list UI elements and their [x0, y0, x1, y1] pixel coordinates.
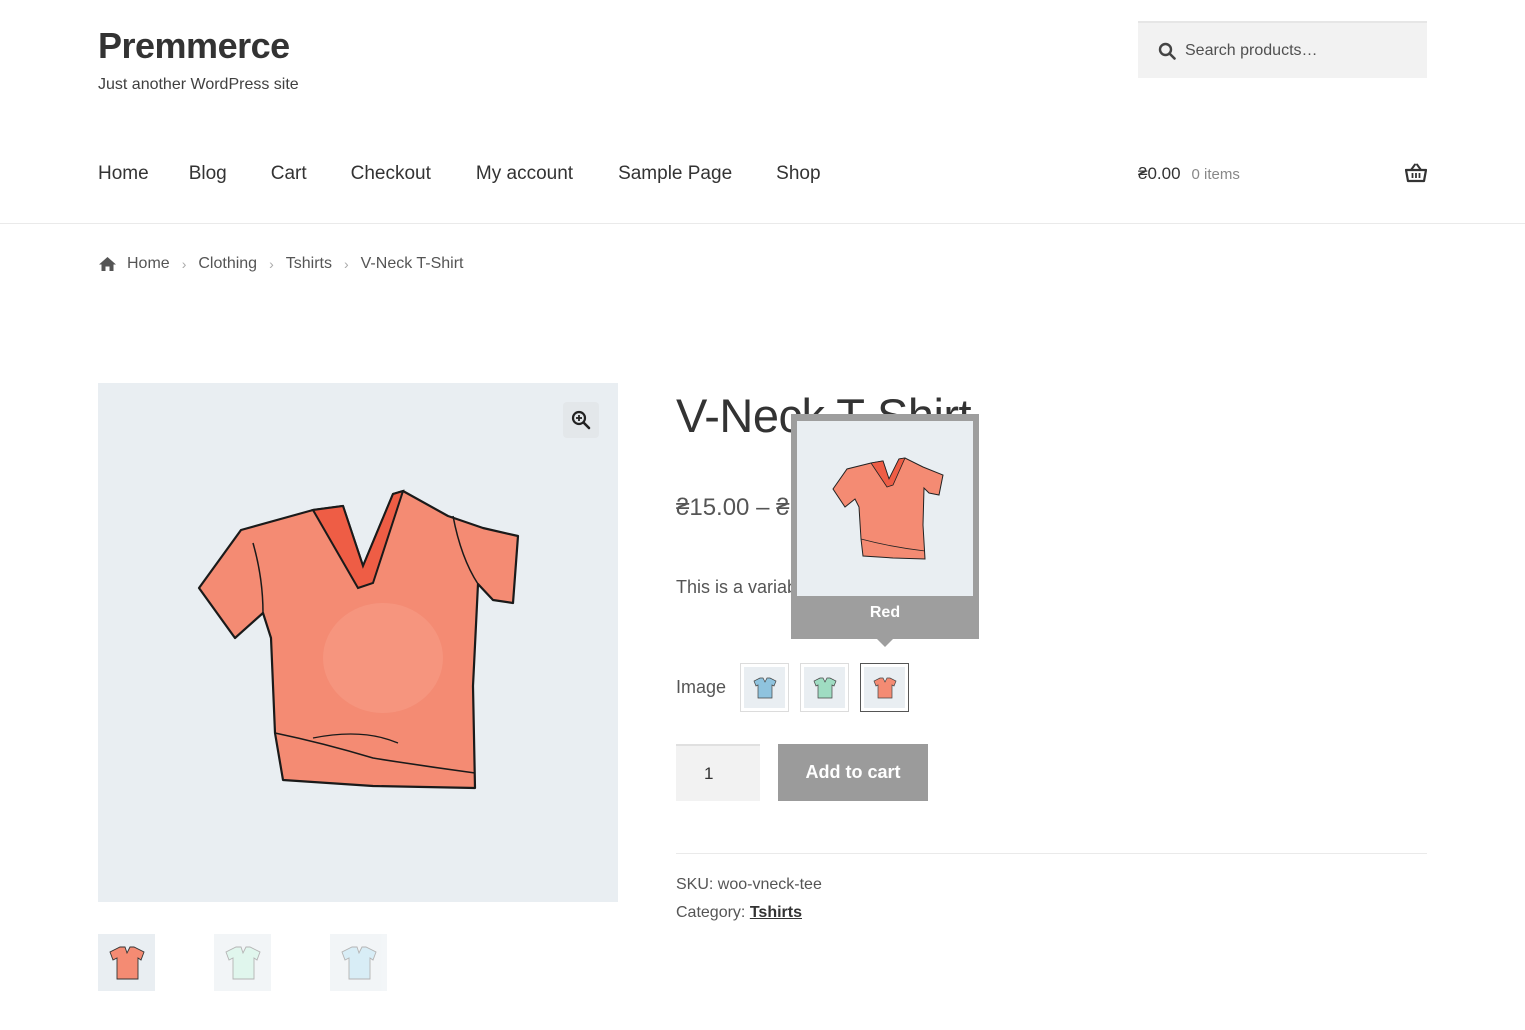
tshirt-blue-icon: [340, 946, 377, 979]
meta-divider: [676, 853, 1427, 854]
tshirt-red-icon: [108, 946, 145, 979]
tshirt-blue-icon: [753, 677, 776, 698]
category-link[interactable]: Tshirts: [750, 904, 802, 921]
breadcrumb-current: V-Neck T-Shirt: [360, 255, 464, 272]
header-cart[interactable]: ₴0.00 0 items: [1138, 160, 1427, 188]
home-icon: [98, 256, 117, 272]
search-form: [1138, 21, 1427, 78]
tshirt-red-icon: [873, 677, 896, 698]
product-category: Category: Tshirts: [676, 904, 802, 922]
search-icon: [1158, 42, 1176, 60]
nav-item-cart[interactable]: Cart: [271, 160, 307, 188]
site-branding: Premmerce Just another WordPress site: [98, 26, 299, 94]
breadcrumb-clothing[interactable]: Clothing: [198, 255, 257, 273]
variation-selector: Image: [676, 663, 920, 712]
sku-value: woo-vneck-tee: [717, 876, 822, 893]
tooltip-arrow: [877, 639, 893, 647]
breadcrumb-separator: ›: [269, 256, 274, 272]
add-to-cart-button[interactable]: Add to cart: [778, 744, 928, 801]
gallery-thumbnails: [98, 934, 446, 991]
nav-item-sample-page[interactable]: Sample Page: [618, 160, 732, 188]
swatch-blue[interactable]: [740, 663, 789, 712]
breadcrumb-home[interactable]: Home: [127, 255, 170, 273]
thumbnail-green[interactable]: [214, 934, 271, 991]
tshirt-green-icon: [813, 677, 836, 698]
breadcrumb-tshirts[interactable]: Tshirts: [286, 255, 332, 273]
search-input[interactable]: [1185, 41, 1425, 60]
swatch-green[interactable]: [800, 663, 849, 712]
site-title[interactable]: Premmerce: [98, 26, 299, 66]
breadcrumb-separator: ›: [181, 256, 187, 272]
tshirt-image: [197, 489, 520, 790]
product-sku: SKU: woo-vneck-tee: [676, 876, 822, 894]
breadcrumb: Home › Clothing › Tshirts › V-Neck T-Shi…: [98, 255, 463, 273]
thumbnail-red[interactable]: [98, 934, 155, 991]
sku-label: SKU:: [676, 876, 714, 893]
header-divider: [0, 223, 1525, 224]
nav-item-blog[interactable]: Blog: [189, 160, 227, 188]
swatch-tooltip: Red: [791, 414, 979, 647]
nav-item-home[interactable]: Home: [98, 160, 149, 188]
tooltip-label: Red: [869, 604, 901, 621]
site-description: Just another WordPress site: [98, 76, 299, 93]
nav-item-my-account[interactable]: My account: [476, 160, 573, 188]
breadcrumb-separator: ›: [343, 256, 349, 272]
tshirt-green-icon: [224, 946, 261, 979]
zoom-in-icon[interactable]: [563, 402, 599, 438]
product-short-description: This is a variab: [676, 577, 798, 597]
thumbnail-blue[interactable]: [330, 934, 387, 991]
nav-item-checkout[interactable]: Checkout: [351, 160, 431, 188]
primary-navigation: Home Blog Cart Checkout My account Sampl…: [98, 160, 861, 188]
category-label: Category:: [676, 904, 746, 921]
quantity-input[interactable]: [676, 744, 760, 801]
nav-item-shop[interactable]: Shop: [776, 160, 820, 188]
tooltip-image: [797, 421, 973, 596]
cart-amount: ₴0.00: [1138, 164, 1181, 183]
swatch-red[interactable]: [860, 663, 909, 712]
basket-icon[interactable]: [1405, 163, 1427, 183]
cart-count: 0 items: [1191, 165, 1240, 183]
variation-label: Image: [676, 677, 727, 697]
tshirt-red-icon: [832, 457, 944, 560]
product-main-image[interactable]: [98, 383, 618, 902]
product-price: ₴15.00 – ₴: [676, 494, 790, 521]
